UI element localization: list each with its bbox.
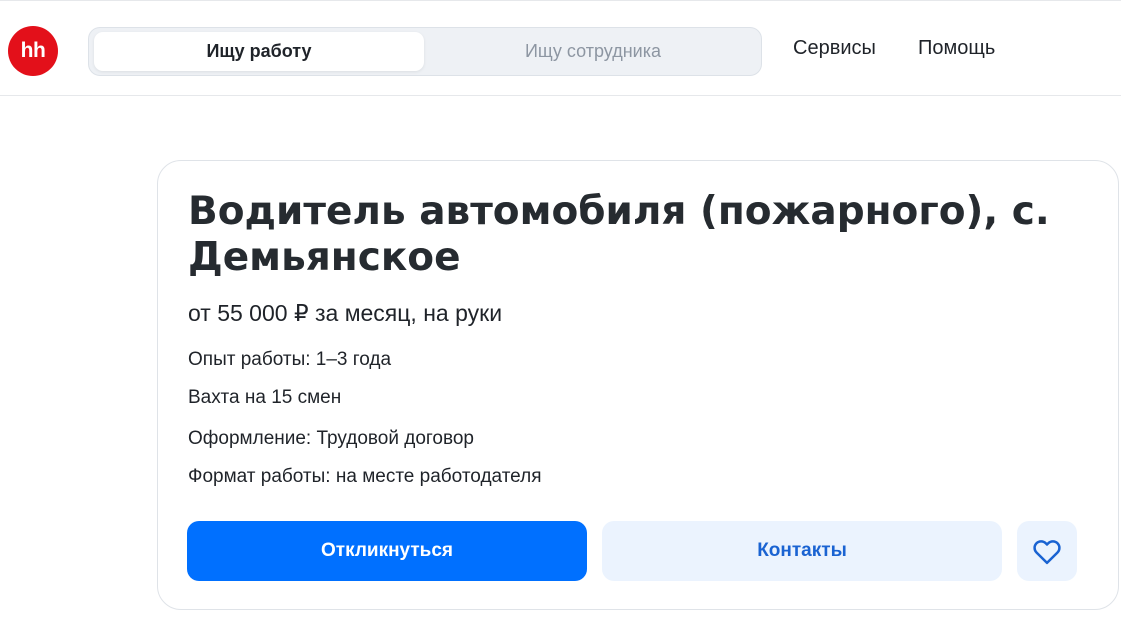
role-switcher: Ищу работу Ищу сотрудника: [88, 27, 762, 76]
vacancy-experience: Опыт работы: 1–3 года: [188, 349, 392, 370]
tab-job-seeker[interactable]: Ищу работу: [94, 32, 424, 71]
tab-employer[interactable]: Ищу сотрудника: [429, 32, 757, 71]
vacancy-work-format: Формат работы: на месте работодателя: [188, 466, 542, 487]
top-header: hh Ищу работу Ищу сотрудника Сервисы Пом…: [0, 0, 1121, 96]
tab-job-seeker-label: Ищу работу: [206, 41, 312, 61]
logo-text: hh: [20, 39, 46, 62]
tab-employer-label: Ищу сотрудника: [524, 41, 661, 61]
vacancy-schedule: Вахта на 15 смен: [188, 387, 342, 408]
contacts-button[interactable]: Контакты: [602, 521, 1002, 581]
respond-button[interactable]: Откликнуться: [187, 521, 587, 581]
vacancy-employment: Оформление: Трудовой договор: [188, 428, 474, 449]
nav-help-link[interactable]: Помощь: [918, 37, 995, 60]
contacts-button-label: Контакты: [757, 540, 847, 561]
heart-icon: [1033, 540, 1061, 565]
vacancy-salary: от 55 000 ₽ за месяц, на руки: [188, 300, 503, 326]
hh-logo[interactable]: hh: [8, 26, 58, 76]
respond-button-label: Откликнуться: [321, 540, 453, 561]
vacancy-card: Водитель автомобиля (пожарного), с. Демь…: [157, 160, 1119, 610]
vacancy-title: Водитель автомобиля (пожарного), с. Демь…: [188, 189, 1050, 280]
favorite-button[interactable]: [1017, 521, 1077, 581]
nav-services-link[interactable]: Сервисы: [793, 37, 876, 60]
